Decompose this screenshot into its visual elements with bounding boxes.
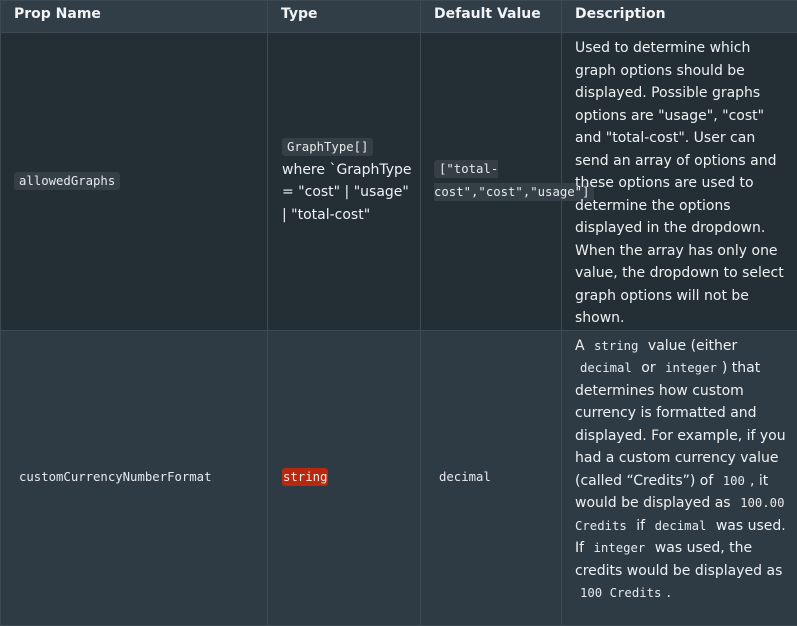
description-text: A [575,338,585,354]
header-type: Type [268,1,421,33]
description-text: ) that determines how custom currency is… [575,360,786,489]
description-text: if [636,518,645,534]
default-value-cell: decimal [421,330,562,625]
prop-name-cell: allowedGraphs [1,33,268,331]
table-row: customCurrencyNumberFormat string decima… [1,330,797,625]
header-prop-name: Prop Name [1,1,268,33]
type-code: GraphType[] [282,138,373,156]
prop-name-cell: customCurrencyNumberFormat [1,330,268,625]
inline-code: decimal [575,359,637,377]
inline-code: integer [589,539,651,557]
default-value-cell: ["total-cost","cost","usage"] [421,33,562,331]
type-cell: GraphType[] where `GraphType = "cost" | … [268,33,421,331]
inline-code: string [589,337,643,355]
header-row: Prop Name Type Default Value Description [1,1,797,33]
header-description: Description [562,1,797,33]
inline-code: decimal [650,517,712,535]
prop-name-code: allowedGraphs [14,172,120,190]
type-code-highlighted: string [282,468,328,486]
inline-code: 100 [718,472,750,490]
description-text: Used to determine which graph options sh… [575,40,784,326]
prop-name-code: customCurrencyNumberFormat [14,468,217,486]
description-text: value (either [648,338,737,354]
default-value-code: decimal [434,468,496,486]
description-cell: A string value (either decimal or intege… [562,330,797,625]
table-row: allowedGraphs GraphType[] where `GraphTy… [1,33,797,331]
description-cell: Used to determine which graph options sh… [562,33,797,331]
description-text: or [641,360,655,376]
type-text: where `GraphType = "cost" | "usage" | "t… [282,162,412,223]
inline-code: integer [660,359,722,377]
inline-code: 100 Credits [575,584,666,602]
header-default-value: Default Value [421,1,562,33]
type-cell: string [268,330,421,625]
description-text: . [666,585,670,601]
props-table: Prop Name Type Default Value Description… [0,0,797,626]
